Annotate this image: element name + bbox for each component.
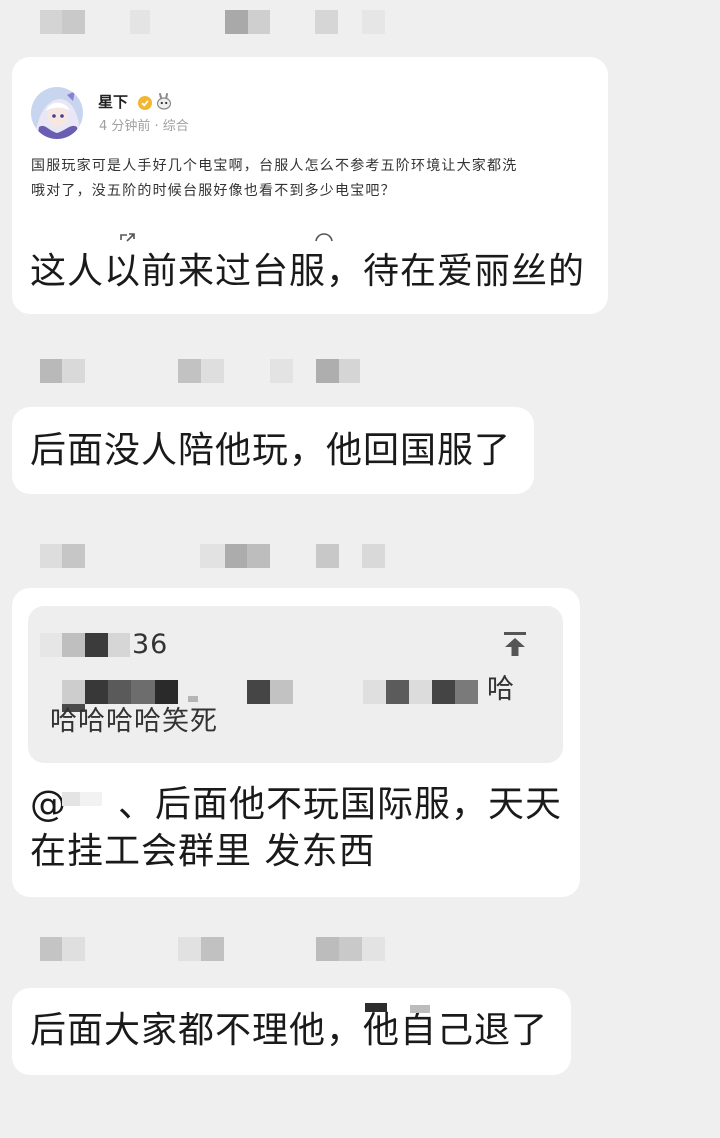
- mosaic-pixel: [315, 10, 338, 34]
- quoted-text-tail: 哈: [487, 674, 515, 705]
- message-text: 这人以前来过台服，待在爱丽丝的: [30, 251, 586, 292]
- mosaic-pixel: [270, 359, 293, 383]
- mosaic-pixel: [339, 937, 362, 961]
- mosaic-pixel: [62, 544, 85, 568]
- embedded-post-time: 4 分钟前 · 综合: [99, 119, 189, 134]
- message-text: 后面没人陪他玩，他回国服了: [30, 430, 512, 471]
- mosaic-pixel: [62, 633, 85, 657]
- mosaic-pixel: [40, 10, 62, 34]
- mosaic-pixel: [225, 544, 247, 568]
- mosaic-pixel: [131, 680, 155, 704]
- mosaic-pixel: [85, 680, 108, 704]
- mosaic-pixel: [178, 937, 201, 961]
- message-text: 后面大家都不理他，他自己退了: [30, 1010, 549, 1051]
- mosaic-pixel: [225, 10, 248, 34]
- verified-badge-icon: [138, 95, 152, 110]
- embedded-post-line: 哦对了，没五阶的时候台服好像也看不到多少电宝吧？: [31, 183, 396, 199]
- mosaic-pixel: [362, 544, 385, 568]
- embedded-post-author: 星下: [98, 93, 129, 111]
- embedded-post-avatar: [31, 87, 83, 139]
- message-bubble-4[interactable]: 后面大家都不理他，他自己退了: [12, 988, 571, 1075]
- mosaic-pixel: [201, 937, 224, 961]
- mosaic-pixel: [316, 937, 339, 961]
- mosaic-pixel: [130, 10, 150, 34]
- message-bubble-2[interactable]: 后面没人陪他玩，他回国服了: [12, 407, 534, 494]
- share-icon: [118, 232, 138, 242]
- mosaic-pixel: [85, 633, 108, 657]
- mosaic-pixel: [432, 680, 455, 704]
- mosaic-pixel: [155, 680, 178, 704]
- mosaic-pixel: [247, 680, 270, 704]
- mosaic-pixel: [365, 1003, 387, 1012]
- message-bubble-3[interactable]: 36 哈 哈哈哈哈笑死 @ 、后面他不玩国际服，天天 在挂工会群里 发东西: [12, 588, 580, 897]
- mosaic-pixel: [316, 544, 339, 568]
- mosaic-pixel: [62, 10, 85, 34]
- mosaic-pixel: [362, 937, 385, 961]
- mosaic-pixel: [270, 680, 293, 704]
- quoted-text-line: 哈哈哈哈笑死: [50, 706, 218, 737]
- emoji-sticker-icon: [155, 92, 173, 110]
- jump-to-original-icon[interactable]: [502, 631, 528, 657]
- mosaic-pixel: [201, 359, 224, 383]
- quoted-sender-name-fragment: 36: [132, 629, 169, 660]
- mosaic-pixel: [108, 633, 130, 657]
- mosaic-pixel: [410, 1005, 430, 1013]
- mosaic-pixel: [316, 359, 339, 383]
- mosaic-pixel: [62, 792, 80, 806]
- message-bubble-1[interactable]: 星下 4 分钟前 · 综合 国服玩家可是人手好几个电宝啊，台服人怎么不参考五阶环…: [12, 57, 608, 314]
- mosaic-pixel: [362, 10, 385, 34]
- embedded-post-line: 国服玩家可是人手好几个电宝啊，台服人怎么不参考五阶环境让大家都洗: [31, 158, 518, 174]
- mosaic-pixel: [62, 937, 85, 961]
- mosaic-pixel: [188, 696, 198, 702]
- mosaic-pixel: [409, 680, 432, 704]
- message-text: 在挂工会群里 发东西: [30, 831, 376, 872]
- mosaic-pixel: [386, 680, 409, 704]
- mosaic-pixel: [200, 544, 225, 568]
- mosaic-pixel: [339, 359, 360, 383]
- mosaic-pixel: [40, 633, 62, 657]
- comment-icon: [313, 231, 335, 241]
- mosaic-pixel: [40, 937, 62, 961]
- mosaic-pixel: [108, 680, 131, 704]
- mosaic-pixel: [363, 680, 386, 704]
- mosaic-pixel: [455, 680, 478, 704]
- mosaic-pixel: [62, 359, 85, 383]
- avatar-illustration: [31, 87, 83, 139]
- quoted-message[interactable]: 36 哈 哈哈哈哈笑死: [28, 606, 563, 763]
- mosaic-pixel: [247, 544, 270, 568]
- mosaic-pixel: [248, 10, 270, 34]
- mosaic-pixel: [40, 359, 62, 383]
- mosaic-pixel: [178, 359, 201, 383]
- mosaic-pixel: [40, 544, 62, 568]
- message-text: 、后面他不玩国际服，天天: [118, 784, 563, 825]
- mosaic-pixel: [62, 680, 85, 704]
- mosaic-pixel: [80, 792, 102, 806]
